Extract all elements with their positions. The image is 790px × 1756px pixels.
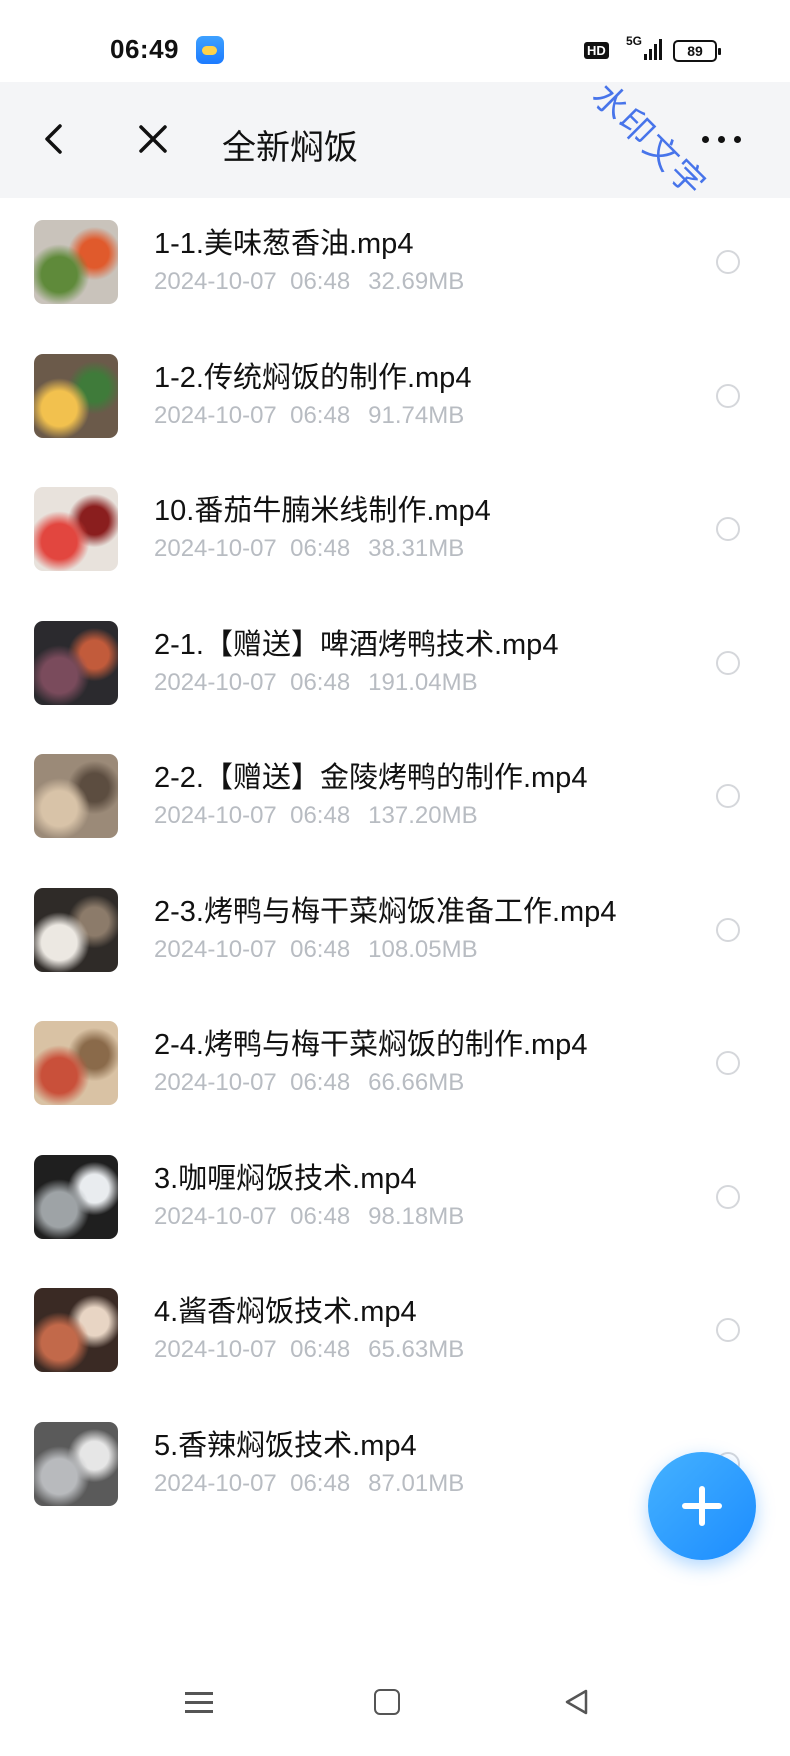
add-button[interactable] bbox=[648, 1452, 756, 1560]
status-bar: 06:49 HD 5G 89 bbox=[0, 0, 790, 82]
file-size: 87.01MB bbox=[368, 1469, 465, 1497]
file-row[interactable]: 2-4.烤鸭与梅干菜焖饭的制作.mp4 2024-10-07 06:48 66.66… bbox=[0, 955, 790, 1105]
file-name: 2-3.烤鸭与梅干菜焖饭准备工作.mp4 bbox=[154, 895, 617, 928]
close-icon[interactable] bbox=[132, 118, 174, 160]
weather-icon bbox=[196, 36, 224, 64]
file-row[interactable]: 3.咖喱焖饭技术.mp4 2024-10-07 06:48 98.18MB bbox=[0, 1089, 790, 1239]
select-radio[interactable] bbox=[716, 1184, 740, 1209]
select-radio[interactable] bbox=[716, 784, 740, 808]
file-list: 1-1.美味葱香油.mp4 2024-10-07 06:48 32.69MB 1-2.… bbox=[0, 198, 790, 1638]
select-radio[interactable] bbox=[716, 1051, 740, 1075]
file-row[interactable]: 1-2.传统焖饭的制作.mp4 2024-10-07 06:48 91.74MB bbox=[0, 288, 790, 438]
select-radio[interactable] bbox=[716, 917, 740, 942]
file-row[interactable]: 4.酱香焖饭技术.mp4 2024-10-07 06:48 65.63MB bbox=[0, 1222, 790, 1372]
menu-icon[interactable] bbox=[185, 1690, 213, 1716]
file-name: 4.酱香焖饭技术.mp4 bbox=[154, 1296, 417, 1328]
file-row[interactable]: 2-1.【赠送】啤酒烤鸭技术.mp4 2024-10-07 06:48 191.04… bbox=[0, 555, 790, 705]
hd-badge: HD bbox=[584, 42, 609, 59]
select-radio[interactable] bbox=[716, 517, 740, 541]
status-time: 06:49 bbox=[110, 34, 179, 64]
file-date: 2024-10-07 06:48 bbox=[154, 1469, 351, 1497]
file-name: 3.咖喱焖饭技术.mp4 bbox=[154, 1162, 417, 1195]
page-title: 全新焖饭 bbox=[222, 129, 358, 167]
select-radio[interactable] bbox=[716, 1318, 740, 1342]
file-row[interactable]: 2-2.【赠送】金陵烤鸭的制作.mp4 2024-10-07 06:48 137.2… bbox=[0, 688, 790, 838]
battery-icon: 89 bbox=[673, 40, 721, 62]
file-row[interactable]: 2-3.烤鸭与梅干菜焖饭准备工作.mp4 2024-10-07 06:48 108.… bbox=[0, 822, 790, 972]
select-radio[interactable] bbox=[716, 250, 740, 274]
signal-icon bbox=[644, 39, 662, 60]
more-dots-icon[interactable] bbox=[700, 126, 746, 152]
file-name: 5.香辣焖饭技术.mp4 bbox=[154, 1429, 417, 1462]
file-name: 10.番茄牛腩米线制作.mp4 bbox=[154, 495, 491, 527]
file-name: 2-2.【赠送】金陵烤鸭的制作.mp4 bbox=[154, 762, 588, 794]
triangle-back-icon[interactable] bbox=[562, 1687, 592, 1717]
video-thumbnail bbox=[34, 1421, 118, 1506]
file-name: 1-1.美味葱香油.mp4 bbox=[154, 228, 414, 260]
file-meta: 2024-10-07 06:48 87.01MB bbox=[154, 1470, 464, 1498]
select-radio[interactable] bbox=[716, 383, 740, 408]
chevron-left-icon[interactable] bbox=[34, 118, 76, 160]
select-radio[interactable] bbox=[716, 650, 740, 675]
home-square-icon[interactable] bbox=[374, 1689, 400, 1715]
file-name: 2-1.【赠送】啤酒烤鸭技术.mp4 bbox=[154, 628, 559, 661]
file-row[interactable]: 10.番茄牛腩米线制作.mp4 2024-10-07 06:48 38.31MB bbox=[0, 421, 790, 571]
system-nav-bar bbox=[0, 1660, 790, 1756]
file-name: 2-4.烤鸭与梅干菜焖饭的制作.mp4 bbox=[154, 1029, 588, 1061]
file-name: 1-2.传统焖饭的制作.mp4 bbox=[154, 361, 472, 394]
